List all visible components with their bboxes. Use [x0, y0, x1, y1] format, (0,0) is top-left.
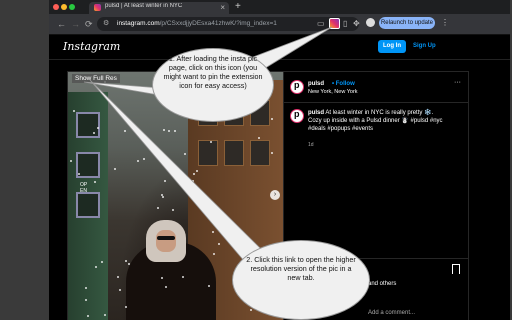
minimize-window-icon[interactable]: [61, 4, 67, 10]
snowflake: [156, 206, 159, 209]
snowflake: [104, 313, 107, 316]
tab-instagram[interactable]: pulsd | At least winter in NYC ×: [89, 2, 229, 14]
tab-close-icon[interactable]: ×: [220, 2, 225, 14]
caption-avatar[interactable]: [290, 109, 304, 123]
instagram-logo[interactable]: Instagram: [63, 40, 120, 53]
snowflake: [142, 157, 145, 160]
sunglasses: [157, 236, 175, 240]
url-path: /p/CSxxdjjyDEsxa41zhwK/?img_index=1: [159, 20, 277, 27]
building-window: [76, 192, 100, 218]
green-building: OPEN: [68, 92, 108, 320]
bookmark-icon[interactable]: [452, 264, 460, 274]
snowflake: [136, 159, 139, 162]
cast-icon[interactable]: ▭: [317, 19, 325, 29]
snowflake: [270, 151, 273, 154]
snowflake: [116, 275, 119, 278]
show-full-res-link[interactable]: Show Full Res: [72, 74, 120, 83]
snowflake: [118, 288, 121, 291]
tab-bar: pulsd | At least winter in NYC × +: [49, 0, 510, 14]
signup-link[interactable]: Sign Up: [413, 40, 436, 53]
snowflake: [162, 196, 164, 199]
building-window: [76, 112, 100, 138]
new-tab-button[interactable]: +: [235, 0, 241, 14]
snowflake: [173, 129, 176, 132]
snowflake: [92, 131, 95, 134]
door-pane: [250, 140, 270, 166]
url-text[interactable]: instagram.com/p/CSxxdjjyDEsxa41zhwK/?img…: [117, 17, 277, 31]
post-caption: pulsd At least winter in NYC is really p…: [308, 109, 448, 133]
door-sign-text: OPEN: [80, 182, 88, 194]
tab-title: pulsd | At least winter in NYC: [105, 3, 183, 9]
snowflake: [87, 314, 89, 317]
snowflake: [105, 84, 108, 87]
browser-menu-icon[interactable]: ⋮: [441, 17, 449, 29]
snowflake: [113, 168, 116, 171]
snowflake: [84, 298, 87, 301]
snowflake: [172, 209, 174, 212]
snowflake: [93, 180, 96, 183]
snowflake: [124, 130, 126, 132]
instagram-extension-icon[interactable]: [329, 18, 340, 29]
sidebar-icon[interactable]: ▯: [343, 19, 347, 29]
callout-click-link: 2. Click this link to open the higher re…: [232, 240, 370, 320]
more-options-icon[interactable]: ···: [454, 79, 461, 86]
follow-button[interactable]: • Follow: [332, 81, 355, 87]
snowflake: [184, 152, 186, 155]
reload-button[interactable]: ⟳: [85, 17, 93, 31]
snowflake: [125, 259, 128, 262]
snowflake: [162, 129, 165, 131]
snowflake: [228, 231, 231, 234]
callout-2-text: 2. Click this link to open the higher re…: [246, 255, 356, 282]
caption-username[interactable]: pulsd: [308, 110, 324, 116]
snowflake: [167, 129, 170, 132]
caption-time: 1d: [308, 142, 314, 148]
snowflake: [163, 179, 166, 182]
snowflake: [96, 126, 99, 129]
instagram-favicon-icon: [94, 4, 101, 11]
site-info-icon[interactable]: ⚙: [103, 18, 109, 30]
instagram-header: Instagram Log In Sign Up: [49, 35, 510, 60]
liked-by-text: and others: [368, 281, 397, 287]
carousel-next-button[interactable]: ›: [270, 190, 280, 200]
woman-face: [156, 230, 176, 252]
url-host: instagram.com: [117, 20, 160, 27]
login-button[interactable]: Log In: [378, 40, 406, 53]
post-header: pulsd • Follow New York, New York ···: [284, 72, 469, 103]
post-username[interactable]: pulsd: [308, 81, 324, 87]
back-button[interactable]: ←: [57, 17, 66, 31]
snowflake: [160, 193, 163, 196]
maximize-window-icon[interactable]: [69, 4, 75, 10]
callout-click-extension: 1. After loading the insta pic page, cli…: [152, 48, 274, 122]
snowflake: [164, 285, 167, 288]
post-location[interactable]: New York, New York: [308, 89, 358, 95]
pulsd-avatar[interactable]: [290, 80, 304, 94]
snowflake: [208, 285, 210, 287]
door-pane: [198, 140, 218, 166]
snowflake: [258, 136, 260, 139]
snowflake: [193, 172, 195, 175]
relaunch-button[interactable]: Relaunch to update: [379, 17, 435, 29]
extensions-puzzle-icon[interactable]: ✥: [353, 19, 360, 29]
comment-input[interactable]: Add a comment...: [368, 310, 415, 316]
caption-text: At least winter in NYC is really pretty …: [308, 110, 443, 132]
callout-1-text: 1. After loading the insta pic page, cli…: [163, 54, 263, 90]
profile-avatar-icon[interactable]: [366, 18, 375, 27]
door-pane: [224, 140, 244, 166]
snowflake: [69, 160, 72, 163]
snowflake: [192, 186, 195, 189]
snowflake: [217, 242, 220, 245]
close-window-icon[interactable]: [53, 4, 59, 10]
carousel-dots: [160, 313, 172, 320]
forward-button[interactable]: →: [71, 17, 80, 31]
snowflake: [181, 275, 184, 278]
